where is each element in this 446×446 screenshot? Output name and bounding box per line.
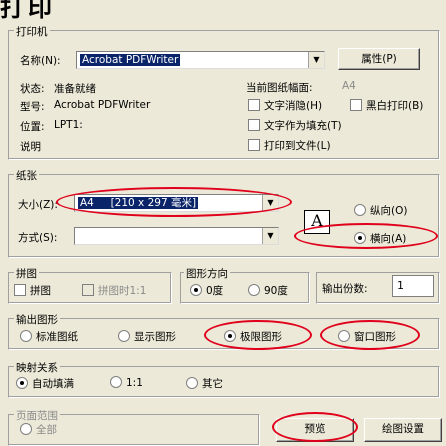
- radio-output-window[interactable]: 窗口图形: [338, 329, 396, 344]
- paper-group-title: 纸张: [14, 168, 39, 183]
- page-size-value: A4: [342, 80, 356, 92]
- checkbox-text-hide[interactable]: 文字消隐(H): [248, 98, 322, 113]
- paper-size-name: A4: [80, 197, 94, 209]
- radio-label: 其它: [202, 378, 223, 390]
- radio-circle[interactable]: [20, 423, 32, 435]
- status-label: 状态:: [20, 83, 45, 95]
- radio-circle[interactable]: [338, 330, 350, 342]
- chevron-down-icon[interactable]: ▼: [262, 195, 278, 211]
- checkbox-label: 黑白打印(B): [366, 100, 424, 112]
- radio-output-standard[interactable]: 标准图纸: [20, 329, 78, 344]
- mapping-group-title: 映射关系: [14, 360, 60, 375]
- radio-mapping-other[interactable]: 其它: [186, 376, 223, 391]
- radio-circle[interactable]: [186, 377, 198, 389]
- status-value: 准备就绪: [54, 83, 96, 95]
- checkbox-label: 文字消隐(H): [264, 100, 323, 112]
- radio-label: 全部: [36, 424, 57, 436]
- radio-circle[interactable]: [20, 330, 32, 342]
- paper-size-combo[interactable]: A4 [210 x 297 毫米] ▼: [74, 194, 279, 212]
- radio-label: 极限图形: [240, 331, 282, 343]
- draw-settings-button[interactable]: 绘图设置: [364, 418, 442, 442]
- paper-size-value: A4 [210 x 297 毫米]: [78, 197, 199, 209]
- radio-label: 纵向(O): [370, 205, 408, 217]
- orientation-icon-letter: A: [311, 211, 323, 230]
- chevron-down-icon[interactable]: ▼: [262, 228, 278, 244]
- radio-output-limits[interactable]: 极限图形: [224, 329, 282, 344]
- checkbox-print-to-file[interactable]: 打印到文件(L): [248, 138, 331, 153]
- copies-input[interactable]: 1: [392, 275, 434, 297]
- location-value: LPT1:: [54, 119, 83, 131]
- radio-mapping-auto[interactable]: 自动填满: [16, 376, 74, 391]
- checkbox-label: 文字作为填充(T): [264, 120, 342, 132]
- radio-circle[interactable]: [110, 376, 122, 388]
- checkbox-box[interactable]: [350, 99, 362, 111]
- checkbox-box[interactable]: [248, 99, 260, 111]
- range-group-title: 页面范围: [14, 408, 60, 423]
- paper-method-combo[interactable]: ▼: [74, 227, 279, 245]
- type-value: Acrobat PDFWriter: [54, 99, 151, 111]
- radio-label: 横向(A): [370, 233, 407, 245]
- checkbox-label: 拼图时1:1: [98, 285, 147, 297]
- radio-label: 0度: [206, 285, 224, 297]
- radio-range-all[interactable]: 全部: [20, 422, 57, 437]
- radio-label: 标准图纸: [36, 331, 78, 343]
- comment-label: 说明: [20, 141, 41, 153]
- radio-deg0[interactable]: 0度: [190, 283, 223, 298]
- location-label: 位置:: [20, 121, 45, 133]
- radio-portrait[interactable]: 纵向(O): [354, 203, 407, 218]
- radio-circle[interactable]: [354, 232, 366, 244]
- radio-circle[interactable]: [354, 204, 366, 216]
- radio-circle[interactable]: [224, 330, 236, 342]
- checkbox-tile[interactable]: 拼图: [14, 283, 51, 298]
- radio-label: 自动填满: [32, 378, 74, 390]
- type-label: 型号:: [20, 101, 45, 113]
- checkbox-bw-print[interactable]: 黑白打印(B): [350, 98, 423, 113]
- radio-circle[interactable]: [16, 377, 28, 389]
- radio-label: 1:1: [126, 377, 143, 389]
- copies-label: 输出份数:: [322, 283, 368, 295]
- orientation-icon: A: [304, 210, 330, 234]
- preview-button[interactable]: 预览: [276, 418, 354, 442]
- radio-label: 窗口图形: [354, 331, 396, 343]
- printer-name-value: Acrobat PDFWriter: [80, 54, 181, 66]
- radio-deg90[interactable]: 90度: [248, 283, 288, 298]
- paper-method-label: 方式(S):: [18, 232, 58, 244]
- radio-label: 90度: [264, 285, 288, 297]
- checkbox-text-fill[interactable]: 文字作为填充(T): [248, 118, 342, 133]
- checkbox-box[interactable]: [14, 284, 26, 296]
- output-group-title: 输出图形: [14, 312, 60, 327]
- radio-circle[interactable]: [118, 330, 130, 342]
- checkbox-box[interactable]: [82, 284, 94, 296]
- radio-output-display[interactable]: 显示图形: [118, 329, 176, 344]
- checkbox-label: 拼图: [30, 285, 51, 297]
- printer-name-combo[interactable]: Acrobat PDFWriter ▼: [76, 51, 325, 69]
- chevron-down-icon[interactable]: ▼: [308, 52, 324, 68]
- paper-size-label: 大小(Z):: [18, 199, 58, 211]
- printer-name-label: 名称(N):: [20, 55, 61, 67]
- paper-size-dim: [210 x 297 毫米]: [110, 197, 197, 209]
- checkbox-label: 打印到文件(L): [264, 140, 331, 152]
- checkbox-box[interactable]: [248, 139, 260, 151]
- properties-button[interactable]: 属性(P): [338, 48, 420, 70]
- printer-group-title: 打印机: [14, 24, 50, 39]
- direction-group-title: 图形方向: [184, 266, 230, 281]
- radio-landscape[interactable]: 横向(A): [354, 231, 406, 246]
- checkbox-tile-print[interactable]: 拼图时1:1: [82, 283, 146, 298]
- checkbox-box[interactable]: [248, 119, 260, 131]
- page-size-label: 当前图纸幅面:: [246, 82, 313, 94]
- radio-label: 显示图形: [134, 331, 176, 343]
- radio-circle[interactable]: [190, 284, 202, 296]
- radio-mapping-1to1[interactable]: 1:1: [110, 376, 143, 389]
- radio-circle[interactable]: [248, 284, 260, 296]
- tile-group-title: 拼图: [14, 266, 39, 281]
- dialog-title: 打印: [0, 0, 56, 22]
